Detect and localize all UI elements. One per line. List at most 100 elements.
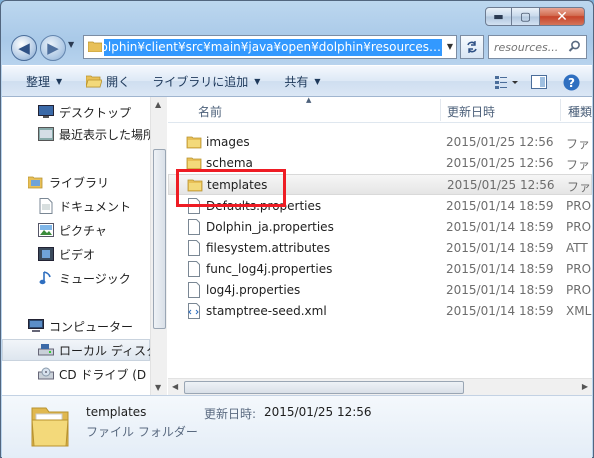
file-type: ATT: [566, 241, 588, 255]
sidebar-item-label: ピクチャ: [59, 223, 107, 238]
file-list-horizontal-scrollbar[interactable]: ◀ ▶: [168, 378, 592, 395]
document-file-icon: [186, 219, 202, 235]
scroll-left-icon[interactable]: ◀: [172, 382, 178, 391]
file-type: PRO: [566, 262, 592, 276]
column-header-date[interactable]: 更新日時: [447, 103, 495, 120]
open-folder-icon: [86, 74, 103, 88]
scroll-right-icon[interactable]: ▶: [582, 382, 588, 391]
file-date: 2015/01/25 12:56: [446, 156, 554, 170]
details-item-name: templates: [86, 405, 147, 419]
details-item-type: ファイル フォルダー: [86, 425, 198, 439]
column-header-row: ▲ 名前 更新日時 種類: [168, 97, 592, 123]
sidebar-item-documents[interactable]: ドキュメント: [2, 195, 150, 217]
view-options-button[interactable]: [494, 70, 520, 94]
annotation-highlight-box: [176, 169, 286, 207]
sidebar-item-local-disk[interactable]: ローカル ディスク: [2, 339, 150, 361]
view-list-icon: [495, 76, 518, 89]
details-pane: templates ファイル フォルダー 更新日時: 2015/01/25 12…: [2, 395, 592, 458]
documents-icon: [38, 198, 54, 214]
chevron-down-icon: ▼: [56, 76, 63, 86]
add-to-library-menu[interactable]: ライブラリに追加 ▼: [144, 69, 268, 93]
details-modified-label: 更新日時:: [204, 407, 257, 421]
file-date: 2015/01/25 12:56: [447, 178, 555, 192]
file-name: filesystem.attributes: [206, 241, 331, 255]
document-file-icon: [186, 261, 202, 277]
library-icon: [28, 174, 44, 190]
file-row-stamptree-seed-xml[interactable]: stamptree-seed.xml 2015/01/14 18:59 XML: [168, 301, 592, 322]
file-row-images[interactable]: images 2015/01/25 12:56 ファ: [168, 132, 592, 153]
sidebar-item-desktop[interactable]: デスクトップ: [2, 101, 150, 123]
refresh-button[interactable]: [460, 35, 484, 59]
search-icon[interactable]: [568, 40, 581, 56]
toolbar-right: ?: [488, 70, 584, 94]
help-button[interactable]: ?: [558, 70, 584, 94]
column-header-type[interactable]: 種類: [568, 103, 592, 120]
file-name: Dolphin_ja.properties: [206, 220, 334, 234]
folder-icon: [186, 134, 202, 150]
preview-pane-button[interactable]: [526, 70, 552, 94]
file-row-dolphin-ja-properties[interactable]: Dolphin_ja.properties 2015/01/14 18:59 P…: [168, 217, 592, 238]
file-date: 2015/01/14 18:59: [446, 199, 554, 213]
file-type: ファ: [566, 158, 591, 172]
file-type: PRO: [566, 283, 592, 297]
sidebar-item-pictures[interactable]: ピクチャ: [2, 219, 150, 241]
file-list: ▲ 名前 更新日時 種類 images 2015/01/25 12:56 ファ …: [168, 97, 592, 395]
chevron-down-icon: ▼: [254, 76, 261, 86]
organize-menu[interactable]: 整理 ▼: [18, 69, 70, 93]
share-label: 共有: [284, 74, 309, 89]
sidebar-item-label: CD ドライブ (D: [59, 367, 147, 382]
sidebar-item-computer[interactable]: コンピューター: [2, 315, 150, 337]
content-area: デスクトップ 最近表示した場所 ライブラリ ドキュメント ピクチャ ビデオ ミュ…: [2, 97, 592, 395]
column-header-name[interactable]: 名前: [198, 103, 222, 120]
open-label: 開く: [106, 74, 131, 89]
sidebar-item-recent-places[interactable]: 最近表示した場所: [2, 123, 150, 145]
scroll-up-icon[interactable]: ▲: [155, 100, 161, 109]
local-disk-icon: [38, 342, 54, 358]
scrollbar-thumb[interactable]: [184, 381, 464, 394]
sidebar-item-label: ビデオ: [59, 247, 96, 262]
document-file-icon: [186, 282, 202, 298]
minimize-button[interactable]: ▬: [485, 7, 512, 26]
sidebar-item-videos[interactable]: ビデオ: [2, 243, 150, 265]
sidebar-item-label: ライブラリ: [49, 175, 110, 190]
caption-buttons: ▬ ▢ ✕: [485, 7, 585, 26]
share-menu[interactable]: 共有 ▼: [276, 69, 328, 93]
file-name: stamptree-seed.xml: [206, 304, 327, 318]
navigation-bar: ◀ ▶ ▼ …enDolphin¥client¥src¥main¥java¥op…: [9, 33, 587, 61]
sidebar-item-label: ミュージック: [59, 271, 131, 286]
address-text[interactable]: …enDolphin¥client¥src¥main¥java¥open¥dol…: [104, 38, 442, 56]
sort-ascending-icon: ▲: [306, 97, 312, 104]
close-button[interactable]: ✕: [539, 7, 585, 26]
scroll-down-icon[interactable]: ▼: [155, 383, 161, 392]
sidebar-item-cd-drive[interactable]: CD ドライブ (D: [2, 363, 150, 385]
document-file-icon: [186, 240, 202, 256]
computer-icon: [28, 318, 44, 334]
chevron-down-icon: ▼: [314, 76, 321, 86]
sidebar-item-music[interactable]: ミュージック: [2, 267, 150, 289]
address-dropdown-icon[interactable]: ▼: [447, 42, 453, 51]
cd-drive-icon: [38, 366, 54, 382]
search-input[interactable]: [494, 40, 572, 54]
column-divider[interactable]: [440, 99, 441, 121]
pictures-icon: [38, 222, 54, 238]
help-icon: ?: [563, 74, 579, 90]
maximize-button[interactable]: ▢: [512, 7, 539, 26]
organize-label: 整理: [26, 74, 51, 89]
sidebar-item-label: ドキュメント: [59, 199, 132, 214]
sidebar-item-label: ローカル ディスク: [59, 343, 150, 358]
recent-pages-dropdown-icon[interactable]: ▼: [68, 40, 74, 49]
navigation-pane-scrollbar[interactable]: ▲ ▼: [150, 97, 167, 395]
file-row-filesystem-attributes[interactable]: filesystem.attributes 2015/01/14 18:59 A…: [168, 238, 592, 259]
back-button[interactable]: ◀: [11, 35, 37, 61]
search-box[interactable]: [488, 35, 587, 59]
address-bar[interactable]: …enDolphin¥client¥src¥main¥java¥open¥dol…: [83, 35, 457, 59]
scrollbar-thumb[interactable]: [153, 149, 166, 329]
svg-text:?: ?: [568, 76, 575, 90]
forward-button[interactable]: ▶: [40, 35, 66, 61]
file-row-log4j-properties[interactable]: log4j.properties 2015/01/14 18:59 PRO: [168, 280, 592, 301]
column-divider[interactable]: [560, 99, 561, 121]
file-row-func-log4j-properties[interactable]: func_log4j.properties 2015/01/14 18:59 P…: [168, 259, 592, 280]
sidebar-item-library[interactable]: ライブラリ: [2, 171, 150, 193]
open-button[interactable]: 開く: [78, 69, 138, 93]
file-date: 2015/01/14 18:59: [446, 241, 554, 255]
